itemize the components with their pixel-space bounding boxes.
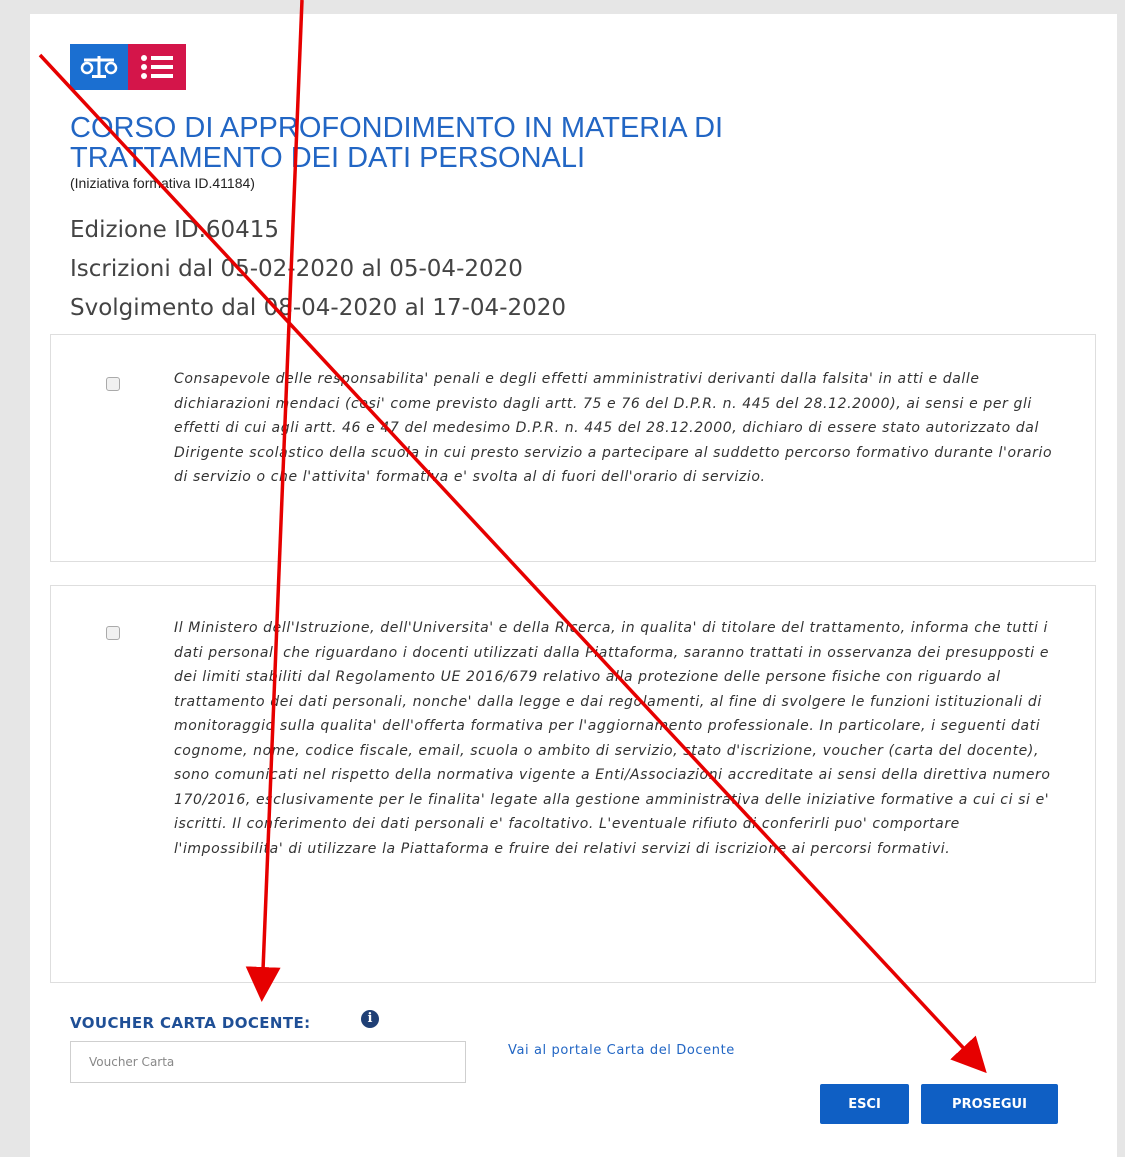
list-icon: [128, 44, 186, 90]
course-title: CORSO DI APPROFONDIMENTO IN MATERIA DI T…: [70, 112, 724, 174]
exit-button[interactable]: ESCI: [820, 1084, 909, 1124]
declaration-box-2: Il Ministero dell'Istruzione, dell'Unive…: [50, 585, 1096, 983]
voucher-label: VOUCHER CARTA DOCENTE:: [70, 1014, 311, 1032]
app-logo: [70, 44, 186, 90]
info-circle-icon[interactable]: i: [361, 1010, 379, 1028]
declaration-text-1: Consapevole delle responsabilita' penali…: [174, 371, 1053, 485]
declaration-checkbox-2[interactable]: [106, 626, 120, 640]
scales-icon: [70, 44, 128, 90]
declaration-text-2: Il Ministero dell'Istruzione, dell'Unive…: [174, 620, 1051, 857]
carta-docente-portal-link[interactable]: Vai al portale Carta del Docente: [508, 1043, 735, 1058]
declaration-box-1: Consapevole delle responsabilita' penali…: [50, 334, 1096, 562]
enrollment-period: Iscrizioni dal 05-02-2020 al 05-04-2020: [70, 256, 523, 282]
voucher-input[interactable]: [70, 1041, 466, 1083]
declaration-checkbox-1[interactable]: [106, 377, 120, 391]
course-subtitle: (Iniziativa formativa ID.41184): [70, 175, 255, 191]
course-schedule: Svolgimento dal 08-04-2020 al 17-04-2020: [70, 295, 567, 321]
continue-button[interactable]: PROSEGUI: [921, 1084, 1058, 1124]
edition-id: Edizione ID.60415: [70, 217, 280, 243]
